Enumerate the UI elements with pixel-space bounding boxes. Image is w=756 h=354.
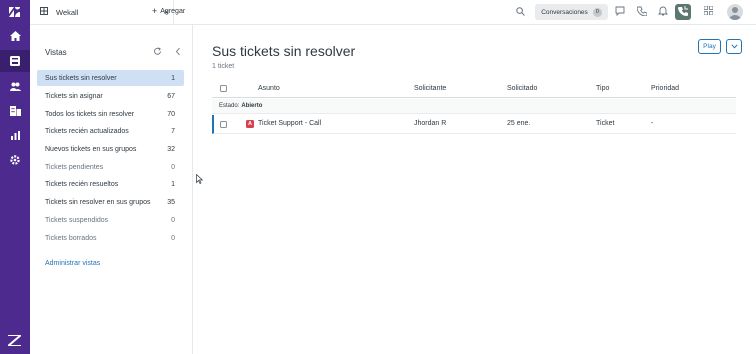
views-title: Vistas — [45, 48, 67, 57]
chevron-down-icon — [730, 42, 738, 51]
nav-admin[interactable] — [0, 149, 30, 171]
column-header-requester[interactable]: Solicitante — [414, 85, 446, 92]
bell-icon[interactable] — [657, 6, 669, 18]
group-value: Abierto — [241, 103, 263, 109]
status-badge: A — [246, 120, 254, 128]
customers-icon — [9, 82, 21, 91]
top-bar: Wekall × + Agregar Conversaciones 0 — [30, 0, 756, 25]
add-tab-label: Agregar — [160, 8, 186, 15]
conversations-button[interactable]: Conversaciones 0 — [535, 4, 608, 20]
view-item-count: 1 — [171, 180, 175, 188]
row-subject[interactable]: Ticket Support - Call — [258, 120, 321, 127]
column-header-subject[interactable]: Asunto — [258, 85, 280, 92]
row-type: Ticket — [596, 120, 615, 127]
more-options-button[interactable] — [726, 39, 742, 54]
row-requested: 25 ene. — [507, 120, 531, 127]
ticket-count: 1 ticket — [212, 63, 235, 70]
view-item-label: Todos los tickets sin resolver — [45, 110, 135, 118]
plus-icon: + — [152, 6, 158, 16]
view-item-count: 35 — [167, 198, 175, 206]
view-item-label: Tickets suspendidos — [45, 216, 109, 224]
views-icon — [10, 56, 20, 66]
add-tab-button[interactable]: + Agregar — [152, 7, 185, 16]
view-item-tickets-sin-resolver-en-sus-grupos[interactable]: Tickets sin resolver en sus grupos 35 — [37, 194, 184, 210]
view-item-label: Sus tickets sin resolver — [45, 74, 117, 82]
play-button[interactable]: Play — [698, 39, 721, 54]
main-content: Sus tickets sin resolver 1 ticket Play A… — [193, 25, 756, 354]
zendesk-z-icon[interactable] — [8, 335, 21, 346]
zendesk-logo-icon[interactable] — [8, 6, 22, 20]
conversations-count-badge: 0 — [592, 7, 602, 17]
row-priority: - — [651, 120, 654, 127]
tab-title: Wekall — [56, 7, 79, 17]
view-item-count: 67 — [167, 92, 175, 100]
mouse-cursor-icon — [196, 173, 204, 186]
view-item-count: 0 — [171, 163, 175, 171]
view-item-count: 70 — [167, 110, 175, 118]
view-item-label: Nuevos tickets en sus grupos — [45, 145, 137, 153]
view-item-count: 1 — [171, 74, 175, 82]
view-item-todos-los-tickets-sin-resolver[interactable]: Todos los tickets sin resolver 70 — [37, 106, 184, 122]
views-sidebar: Vistas Sus tickets sin resolver 1 Ticket… — [30, 25, 193, 354]
nav-organizations[interactable] — [0, 100, 30, 122]
conversations-label: Conversaciones — [541, 8, 588, 16]
table-header: Asunto Solicitante Solicitado Tipo Prior… — [212, 80, 736, 98]
view-item-label: Tickets sin resolver en sus grupos — [45, 198, 151, 206]
view-item-tickets-pendientes[interactable]: Tickets pendientes 0 — [37, 159, 184, 175]
view-item-count: 0 — [171, 234, 175, 242]
view-item-tickets-sin-asignar[interactable]: Tickets sin asignar 67 — [37, 88, 184, 104]
avatar-icon[interactable] — [727, 4, 743, 20]
tab-grid-icon — [40, 7, 48, 17]
refresh-icon[interactable] — [153, 47, 162, 58]
apps-grid-icon[interactable] — [703, 5, 714, 17]
view-item-tickets-suspendidos[interactable]: Tickets suspendidos 0 — [37, 212, 184, 228]
view-item-count: 32 — [167, 145, 175, 153]
admin-gear-icon — [10, 155, 20, 165]
phone-icon[interactable] — [636, 6, 648, 18]
reporting-icon — [10, 130, 20, 140]
page-title: Sus tickets sin resolver — [212, 43, 356, 59]
nav-customers[interactable] — [0, 75, 30, 97]
view-item-count: 0 — [171, 216, 175, 224]
table-row[interactable]: A Ticket Support - Call Jhordan R 25 ene… — [212, 115, 736, 134]
view-item-tickets-borrados[interactable]: Tickets borrados 0 — [37, 230, 184, 246]
view-item-nuevos-tickets-en-sus-grupos[interactable]: Nuevos tickets en sus grupos 32 — [37, 141, 184, 157]
view-item-label: Tickets sin asignar — [45, 92, 103, 100]
nav-home[interactable] — [0, 25, 30, 47]
column-header-type[interactable]: Tipo — [596, 85, 609, 92]
view-item-label: Tickets recién resueltos — [45, 180, 119, 188]
view-item-count: 7 — [171, 127, 175, 135]
row-checkbox[interactable] — [220, 121, 227, 128]
nav-reporting[interactable] — [0, 124, 30, 146]
column-header-requested[interactable]: Solicitado — [507, 85, 537, 92]
group-label: Estado: — [219, 103, 240, 109]
collapse-icon[interactable] — [174, 47, 182, 58]
home-icon — [9, 31, 21, 41]
row-requester[interactable]: Jhordan R — [414, 120, 446, 127]
view-item-tickets-recien-actualizados[interactable]: Tickets recién actualizados 7 — [37, 123, 184, 139]
group-row-status: Estado: Abierto — [212, 99, 736, 114]
view-item-label: Tickets pendientes — [45, 163, 104, 171]
talk-active-icon — [678, 6, 688, 18]
view-item-label: Tickets borrados — [45, 234, 97, 242]
view-item-sus-tickets-sin-resolver[interactable]: Sus tickets sin resolver 1 — [37, 70, 184, 86]
view-item-label: Tickets recién actualizados — [45, 127, 129, 135]
nav-rail — [0, 0, 30, 354]
view-item-tickets-recien-resueltos[interactable]: Tickets recién resueltos 1 — [37, 176, 184, 192]
search-icon[interactable] — [516, 7, 525, 18]
talk-active-button[interactable] — [675, 4, 691, 20]
chat-icon[interactable] — [615, 6, 625, 18]
select-all-checkbox[interactable] — [220, 85, 227, 92]
nav-views[interactable] — [0, 50, 30, 72]
organizations-icon — [9, 106, 21, 116]
manage-views-link[interactable]: Administrar vistas — [45, 260, 100, 267]
column-header-priority[interactable]: Prioridad — [651, 85, 679, 92]
